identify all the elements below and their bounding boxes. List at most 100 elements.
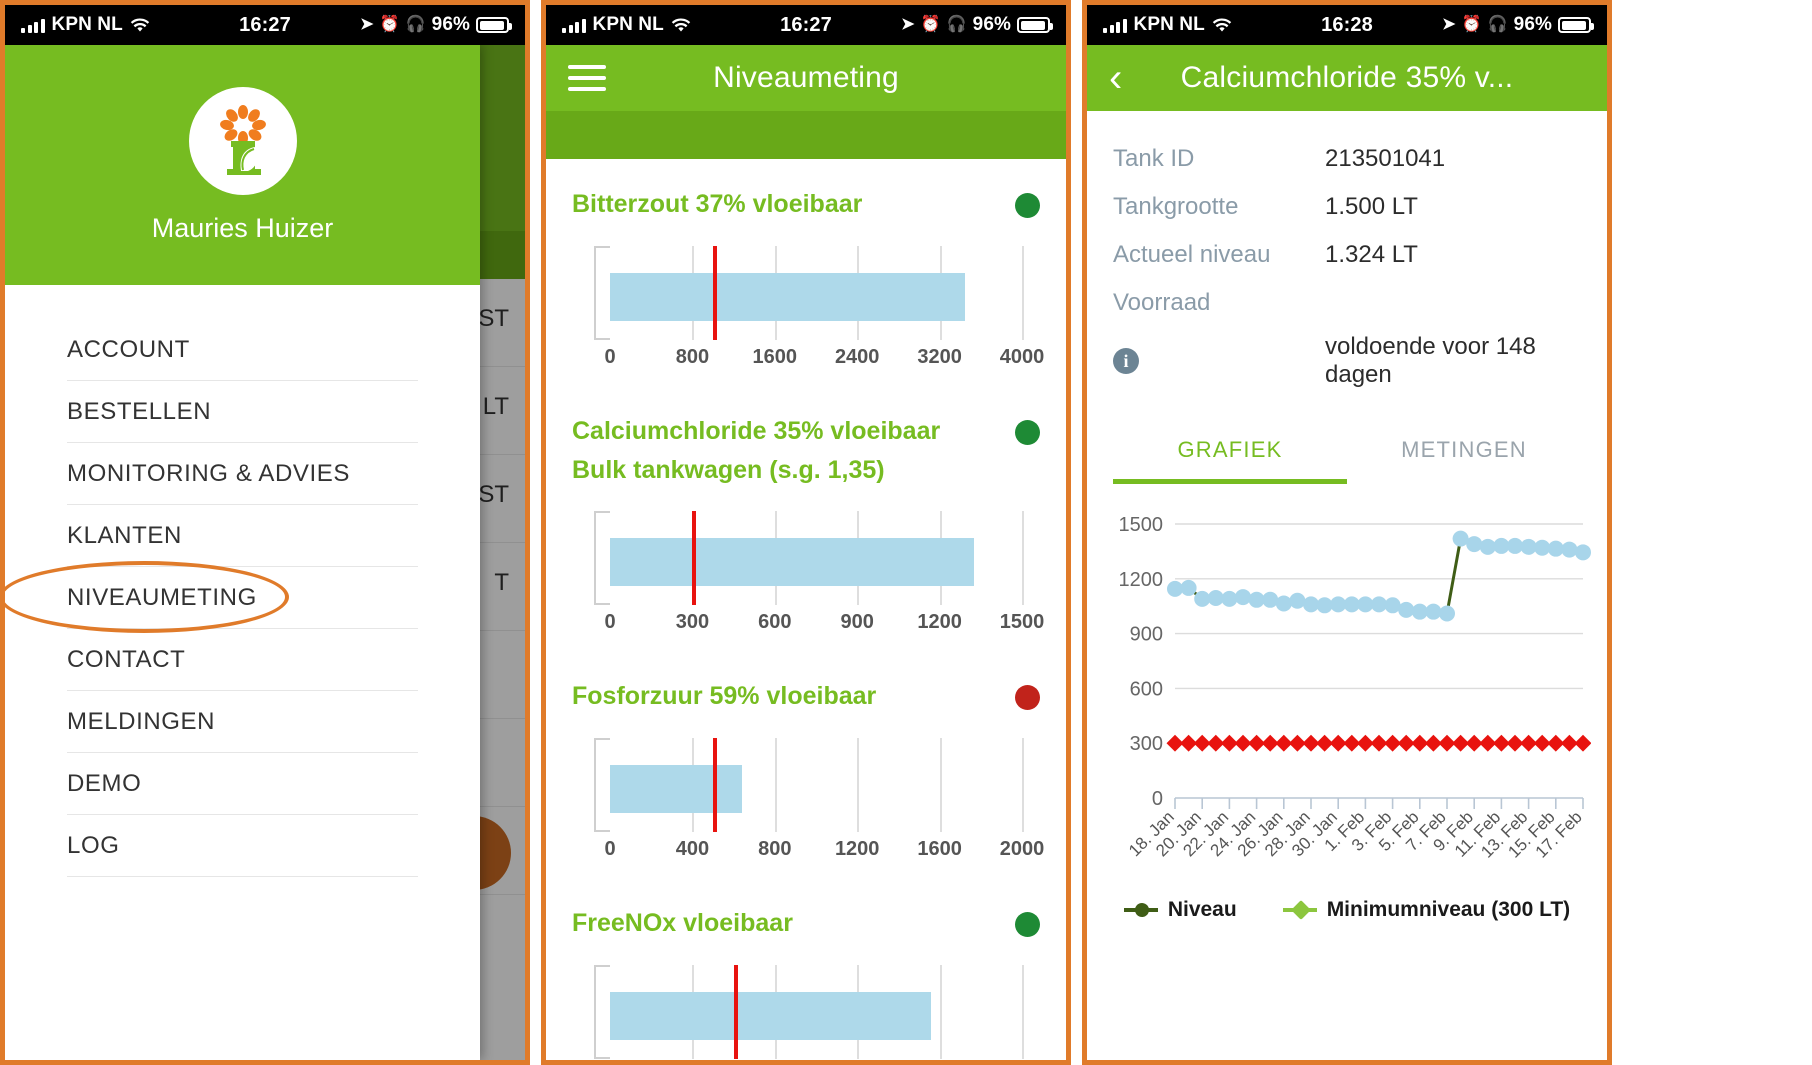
- tank-name: Bitterzout 37% vloeibaar: [572, 190, 863, 218]
- location-arrow-icon: ➤: [901, 16, 915, 33]
- chart-y-tick-label: 0: [1152, 788, 1163, 810]
- gauge-axis-tick-label: 1500: [999, 611, 1045, 634]
- chart-marker: [1466, 536, 1483, 553]
- chart-marker: [1425, 603, 1442, 620]
- gauge-level-bar: [610, 272, 966, 321]
- detail-row-tankgrootte: Tankgrootte 1.500 LT: [1113, 183, 1581, 231]
- chart-marker: [1439, 605, 1455, 622]
- legend-swatch-niveau: [1123, 903, 1158, 917]
- gauge-axis-tick-label: 3200: [917, 345, 962, 368]
- chart-marker: [1575, 544, 1591, 561]
- legend-item-minimumniveau: Minimumniveau (300 LT): [1282, 898, 1570, 922]
- gauge-level-bar: [610, 991, 932, 1040]
- tank-list-item[interactable]: Fosforzuur 59% vloeibaar 0 400 800 1200 1600 2…: [564, 651, 1048, 878]
- detail-body: Tank ID 213501041 Tankgrootte 1.500 LT A…: [1087, 111, 1607, 1060]
- phone-screen-detail: KPN NL 16:28 ➤ ⏰ 🎧 96% ‹ Calciumchloride…: [1082, 0, 1612, 1065]
- alarm-clock-icon: ⏰: [920, 16, 941, 33]
- gauge-axis: 0 300 600 900 1200 1500: [604, 611, 1044, 645]
- menu-item-klanten[interactable]: KLANTEN: [67, 505, 418, 567]
- chart-marker: [1330, 596, 1347, 613]
- app-bar-subbar: [546, 111, 1066, 159]
- chart-marker: [1235, 589, 1251, 606]
- alarm-clock-icon: ⏰: [1461, 16, 1482, 33]
- legend-swatch-minimumniveau: [1282, 908, 1317, 912]
- menu-item-contact[interactable]: CONTACT: [67, 629, 418, 691]
- detail-value: 213501041: [1325, 145, 1446, 172]
- status-bar-1: KPN NL 16:27 ➤ ⏰ 🎧 96%: [5, 5, 525, 45]
- gauge-tick: [1022, 964, 1024, 1059]
- tank-gauge: [572, 732, 1040, 838]
- drawer-header: Mauries Huizer: [5, 45, 480, 285]
- detail-value: 1.324 LT: [1325, 241, 1418, 268]
- gauge-tick: [939, 964, 942, 1059]
- gauge-axis-tick-label: 300: [675, 611, 710, 634]
- gauge-axis-tick-label: 600: [758, 611, 792, 634]
- gauge-axis: 0 400 800 1200 1600 2000: [604, 838, 1044, 872]
- gauge-axis-tick-label: 4000: [999, 345, 1045, 368]
- drawer-menu: ACCOUNT BESTELLEN MONITORING & ADVIES KL…: [5, 285, 480, 877]
- menu-item-demo[interactable]: DEMO: [67, 753, 418, 815]
- chart-marker: [1574, 734, 1592, 752]
- menu-item-monitoring-advies[interactable]: MONITORING & ADVIES: [67, 443, 418, 505]
- gauge-frame: [594, 738, 610, 832]
- tank-list-item[interactable]: Calciumchloride 35% vloeibaar Bulk tankw…: [564, 386, 1048, 652]
- menu-item-niveaumeting[interactable]: NIVEAUMETING: [67, 567, 418, 629]
- tank-list-item[interactable]: FreeNOx vloeibaar0400800120016002000: [564, 878, 1048, 1060]
- status-bar-2: KPN NL 16:27 ➤ ⏰ 🎧 96%: [546, 5, 1066, 45]
- legend-item-niveau: Niveau: [1123, 898, 1237, 922]
- tank-header: Calciumchloride 35% vloeibaar Bulk tankw…: [572, 412, 1040, 490]
- chart-y-tick-label: 300: [1130, 733, 1163, 755]
- chart-marker: [1167, 580, 1183, 597]
- detail-key: Actueel niveau: [1113, 241, 1271, 268]
- tank-gauge: [572, 959, 1040, 1060]
- chart-marker: [1316, 597, 1333, 614]
- chart-marker: [1289, 592, 1306, 609]
- tank-list[interactable]: Bitterzout 37% vloeibaar 0 800 1600 2400 3200…: [546, 159, 1066, 1060]
- battery-percent-label-3: 96%: [1513, 14, 1552, 35]
- tab-metingen[interactable]: METINGEN: [1347, 423, 1581, 484]
- hamburger-menu-icon[interactable]: [568, 65, 606, 91]
- gauge-tick: [1022, 511, 1024, 606]
- chart-y-tick-label: 1200: [1119, 569, 1164, 591]
- gauge-tick: [774, 738, 777, 832]
- gauge-track: [610, 964, 1024, 1059]
- detail-value: 1.500 LT: [1325, 193, 1418, 220]
- tank-list-item[interactable]: Bitterzout 37% vloeibaar 0 800 1600 2400 3200…: [564, 159, 1048, 386]
- gauge-axis-tick-label: 0: [604, 345, 616, 368]
- gauge-axis-tick-label: 1600: [917, 838, 962, 860]
- gauge-axis-tick-label: 900: [840, 611, 874, 634]
- chevron-left-icon[interactable]: ‹: [1109, 58, 1147, 98]
- chart-marker: [1248, 591, 1265, 608]
- headphones-icon: 🎧: [946, 16, 967, 33]
- headphones-icon: 🎧: [405, 16, 426, 33]
- chart-marker: [1452, 530, 1469, 547]
- chart-marker: [1384, 597, 1401, 614]
- gauge-tick: [939, 738, 942, 832]
- tank-name: Calciumchloride 35% vloeibaar Bulk tankw…: [572, 416, 941, 484]
- tank-name: FreeNOx vloeibaar: [572, 909, 793, 937]
- battery-icon: [1017, 17, 1053, 33]
- chart-marker: [1303, 596, 1319, 613]
- chart-marker: [1275, 595, 1292, 612]
- chart-marker: [1194, 590, 1211, 607]
- drawer-user-name: Mauries Huizer: [151, 212, 334, 243]
- menu-item-log[interactable]: LOG: [67, 815, 418, 877]
- info-circle-icon[interactable]: i: [1113, 348, 1139, 374]
- tank-header: FreeNOx vloeibaar: [572, 904, 1040, 943]
- level-chart: 0 300 600 900 1200 1500 18. Jan 20. Jan 22. Jan 2…: [1113, 510, 1592, 890]
- chart-marker: [1534, 539, 1551, 556]
- tab-grafiek[interactable]: GRAFIEK: [1113, 423, 1347, 484]
- chart-legend: Niveau Minimumniveau (300 LT): [1113, 898, 1581, 922]
- level-chart-svg: 03006009001200150018. Jan20. Jan22. Jan2…: [1119, 514, 1592, 862]
- detail-row-tank-id: Tank ID 213501041: [1113, 135, 1581, 183]
- app-bar-list: Niveaumeting: [546, 45, 1066, 111]
- chart-y-tick-label: 600: [1130, 678, 1163, 700]
- menu-item-meldingen[interactable]: MELDINGEN: [67, 691, 418, 753]
- legend-label-niveau: Niveau: [1167, 898, 1237, 921]
- menu-item-account[interactable]: ACCOUNT: [67, 319, 418, 381]
- chart-marker: [1398, 601, 1415, 618]
- gauge-minimum-marker: [733, 964, 738, 1059]
- flower-plant-logo-icon: [219, 104, 266, 175]
- menu-item-bestellen[interactable]: BESTELLEN: [67, 381, 418, 443]
- status-badge: [1015, 419, 1040, 445]
